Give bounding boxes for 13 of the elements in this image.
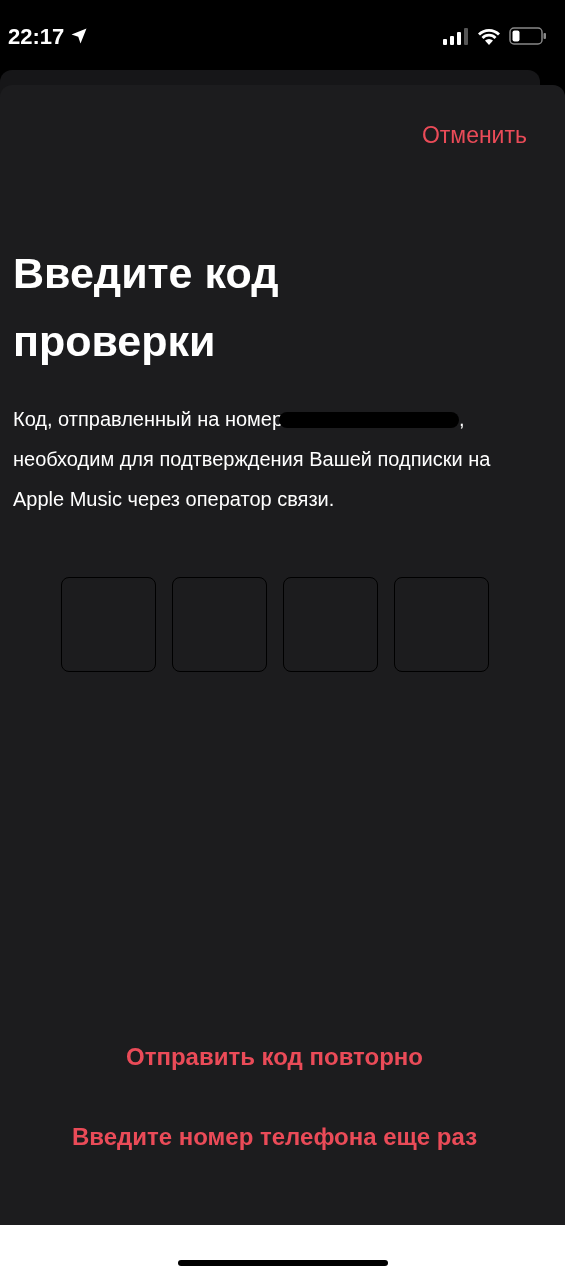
cancel-button[interactable]: Отменить	[421, 118, 527, 153]
wifi-icon	[477, 27, 501, 45]
code-digit-field[interactable]	[60, 576, 156, 672]
link-button[interactable]: Введите номер телефона еще раз	[71, 1119, 478, 1155]
signal-icon	[443, 27, 469, 45]
code-digit-field[interactable]	[282, 576, 378, 672]
location-arrow-icon	[70, 27, 89, 45]
battery-icon	[509, 27, 547, 45]
code-digit-field[interactable]	[171, 576, 267, 672]
page-title: Введите код проверки	[13, 247, 280, 367]
code-digit-field[interactable]	[393, 576, 489, 672]
link-button[interactable]: Отправить код повторно	[125, 1039, 424, 1075]
status-time: 22:17	[8, 22, 65, 51]
